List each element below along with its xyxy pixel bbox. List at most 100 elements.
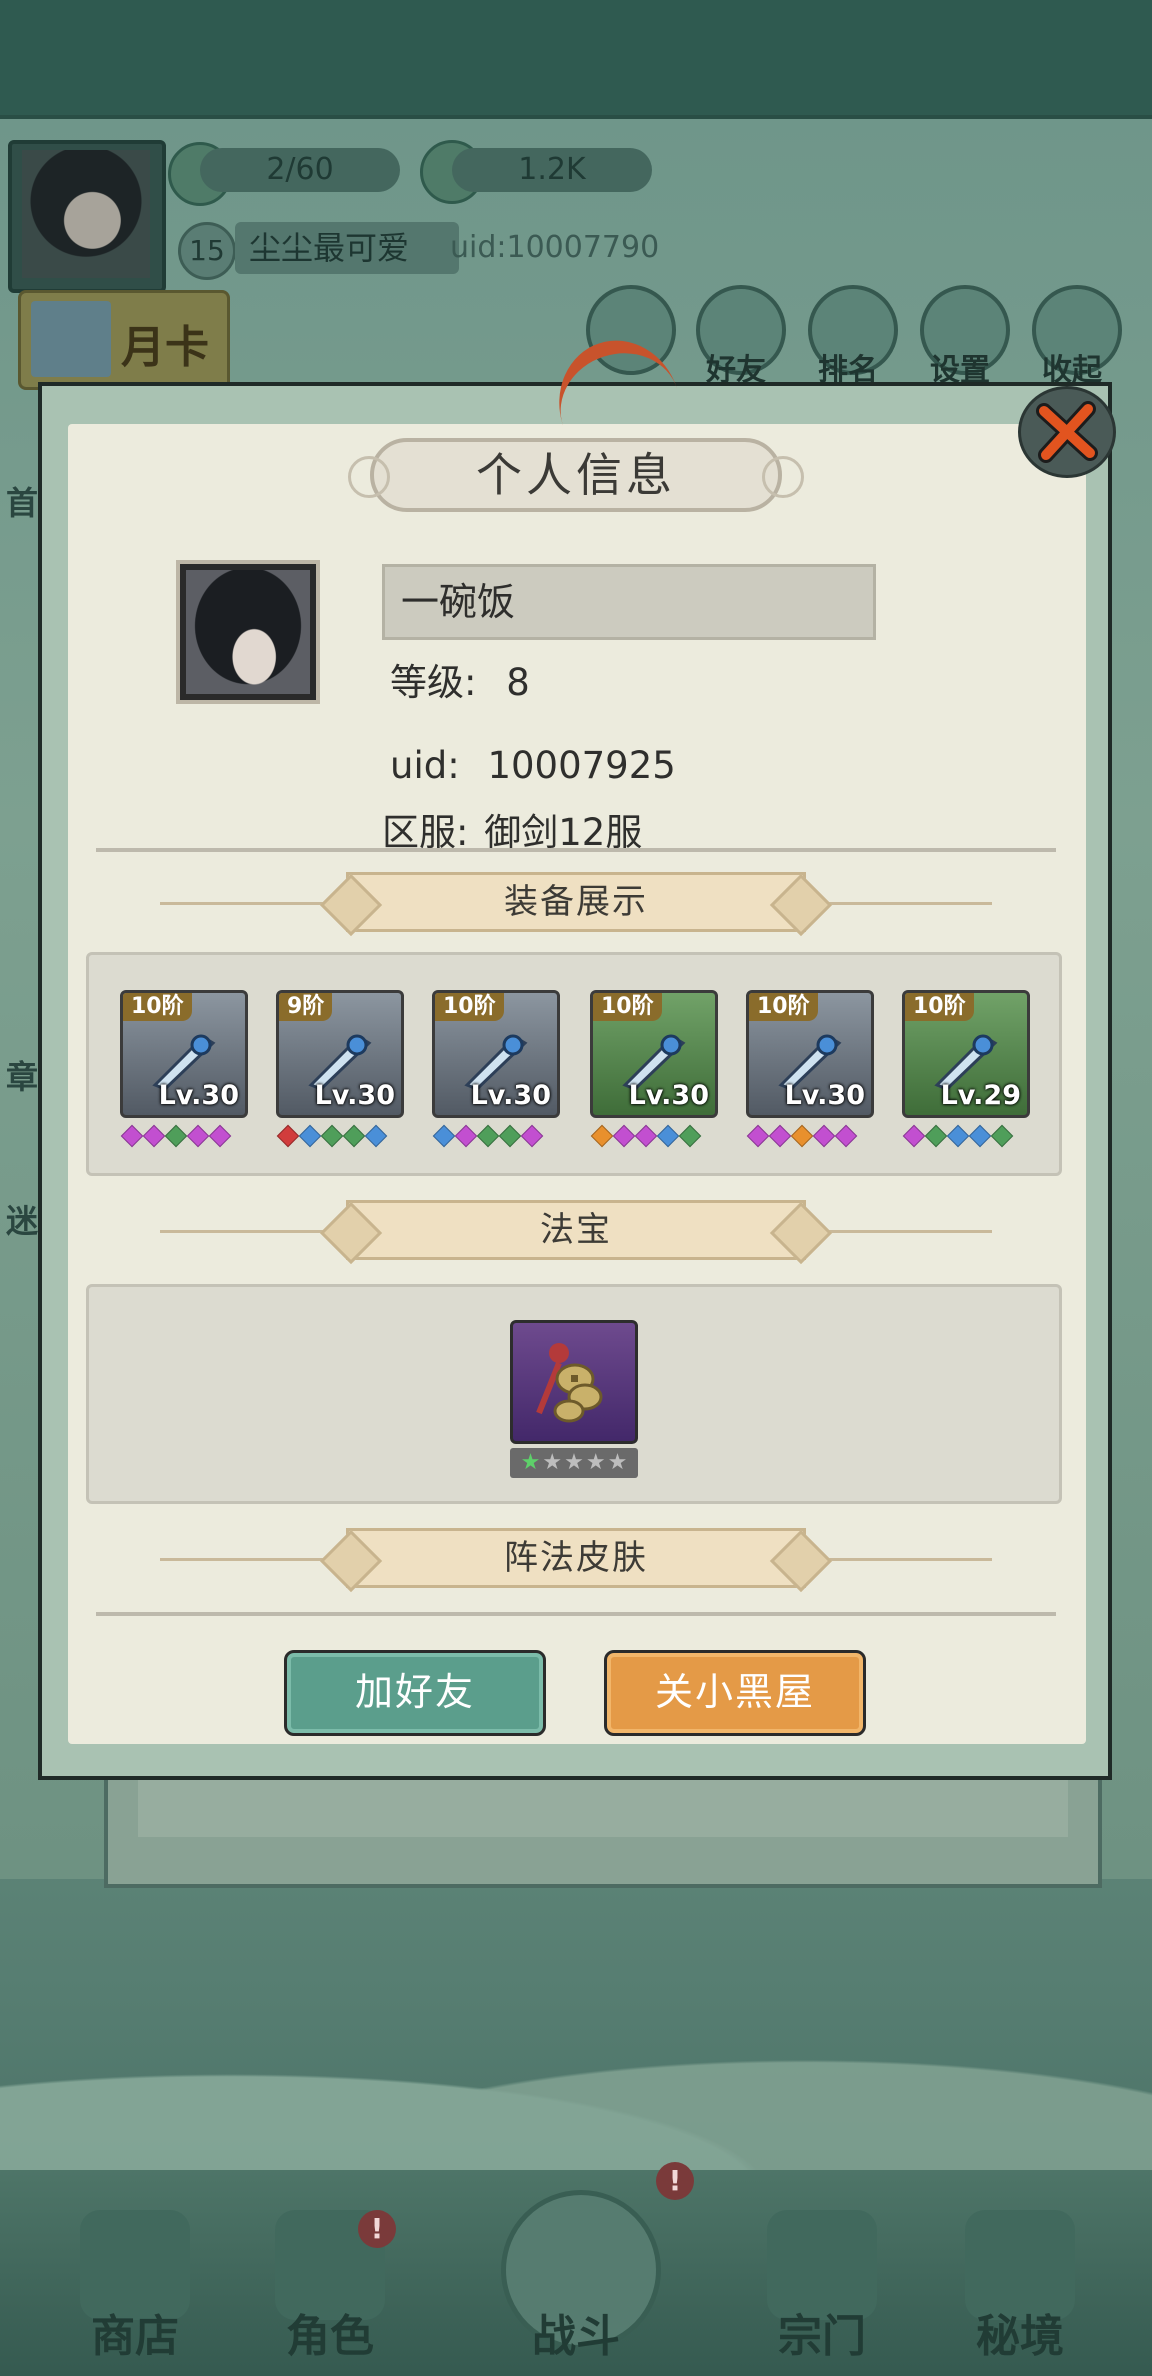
gem-icon: [298, 1124, 322, 1148]
star-icon: ★: [607, 1450, 628, 1475]
gem-icon: [946, 1124, 970, 1148]
gem-icon: [432, 1124, 456, 1148]
nav-sect[interactable]: 宗门: [732, 2170, 912, 2376]
equipment-tier: 10阶: [749, 993, 818, 1021]
gem-icon: [768, 1124, 792, 1148]
gem-icon: [634, 1124, 658, 1148]
gem-icon: [208, 1124, 232, 1148]
bottom-nav: 商店 ! 角色 ! 战斗 宗门 秘境: [0, 2162, 1152, 2376]
gem-icon: [276, 1124, 300, 1148]
gem-icon: [968, 1124, 992, 1148]
level-row: 等级: 8: [390, 652, 530, 706]
equipment-tier: 10阶: [435, 993, 504, 1021]
gem-icon: [120, 1124, 144, 1148]
level-value: 8: [506, 661, 530, 704]
mountain-scenery: [0, 1990, 1152, 2190]
coin-gourd-icon: [536, 1343, 603, 1423]
side-label-1: 首: [6, 484, 39, 522]
profile-name: 一碗饭: [382, 564, 876, 640]
nav-battle[interactable]: ! 战斗: [486, 2162, 694, 2376]
alert-badge-icon: !: [656, 2162, 694, 2200]
profile-avatar: [176, 560, 320, 704]
uid-value: 10007925: [487, 744, 676, 787]
nav-sect-label: 宗门: [778, 2311, 866, 2362]
gem-icon: [142, 1124, 166, 1148]
gem-icon: [364, 1124, 388, 1148]
month-card-button[interactable]: 月卡: [18, 290, 230, 390]
gem-icon: [990, 1124, 1014, 1148]
uid-label: uid:: [390, 744, 460, 787]
gem-icon: [590, 1124, 614, 1148]
equipment-level: Lv.30: [314, 1080, 395, 1111]
currency-value: 1.2K: [452, 148, 652, 192]
nav-character[interactable]: ! 角色: [240, 2170, 420, 2376]
nav-shop[interactable]: 商店: [45, 2170, 225, 2376]
equipment-tier: 10阶: [123, 993, 192, 1021]
add-friend-button[interactable]: 加好友: [284, 1650, 546, 1736]
equipment-level: Lv.30: [628, 1080, 709, 1111]
gem-icon: [924, 1124, 948, 1148]
equipment-slot[interactable]: 10阶 Lv.29: [902, 990, 1030, 1118]
gem-icon: [164, 1124, 188, 1148]
gem-slots: [902, 1124, 1014, 1148]
star-icon: ★: [520, 1450, 541, 1475]
equipment-slot[interactable]: 10阶 Lv.30: [432, 990, 560, 1118]
gem-icon: [520, 1124, 544, 1148]
equipment-slot[interactable]: 9阶 Lv.30: [276, 990, 404, 1118]
month-card-label: 月卡: [121, 322, 209, 373]
uid-row: uid: 10007925: [390, 744, 676, 787]
close-button[interactable]: [1018, 386, 1116, 478]
gem-icon: [746, 1124, 770, 1148]
equip-section-title: 装备展示: [346, 872, 806, 932]
star-icon: ★: [564, 1450, 584, 1475]
close-icon: [1036, 401, 1098, 463]
gem-icon: [476, 1124, 500, 1148]
equipment-level: Lv.30: [784, 1080, 865, 1111]
fabao-item[interactable]: [510, 1320, 638, 1444]
gem-icon: [790, 1124, 814, 1148]
gem-icon: [678, 1124, 702, 1148]
gem-icon: [454, 1124, 478, 1148]
level-label: 等级:: [390, 661, 477, 704]
equipment-slot[interactable]: 10阶 Lv.30: [746, 990, 874, 1118]
star-icon: ★: [542, 1450, 563, 1475]
nav-character-label: 角色: [286, 2311, 374, 2362]
top-header-bg: [0, 0, 1152, 120]
player-uid: uid:10007790: [450, 230, 660, 265]
equipment-level: Lv.30: [158, 1080, 239, 1111]
gem-icon: [902, 1124, 926, 1148]
gem-icon: [320, 1124, 344, 1148]
player-level-badge: 15: [178, 222, 236, 280]
nav-battle-label: 战斗: [532, 2311, 620, 2362]
gem-icon: [186, 1124, 210, 1148]
equipment-slot[interactable]: 10阶 Lv.30: [590, 990, 718, 1118]
player-name: 尘尘最可爱: [235, 222, 459, 274]
side-label-3: 迷: [6, 1202, 39, 1240]
gem-icon: [834, 1124, 858, 1148]
player-avatar[interactable]: [8, 140, 166, 293]
star-icon: ★: [585, 1450, 606, 1475]
card-icon: [31, 301, 111, 377]
fabao-section-title: 法宝: [346, 1200, 806, 1260]
block-user-button[interactable]: 关小黑屋: [604, 1650, 866, 1736]
equipment-tier: 10阶: [905, 993, 974, 1021]
gem-slots: [120, 1124, 232, 1148]
divider: [96, 1612, 1056, 1616]
equipment-tier: 10阶: [593, 993, 662, 1021]
equipment-level: Lv.30: [470, 1080, 551, 1111]
modal-title: 个人信息: [348, 438, 804, 512]
gem-icon: [342, 1124, 366, 1148]
nav-secret-realm-label: 秘境: [976, 2311, 1064, 2362]
nav-shop-label: 商店: [91, 2311, 179, 2362]
equipment-slot[interactable]: 10阶 Lv.30: [120, 990, 248, 1118]
nav-secret-realm[interactable]: 秘境: [930, 2170, 1110, 2376]
gem-icon: [656, 1124, 680, 1148]
gem-icon: [812, 1124, 836, 1148]
gem-icon: [612, 1124, 636, 1148]
gem-icon: [498, 1124, 522, 1148]
gem-slots: [276, 1124, 388, 1148]
formation-section-title: 阵法皮肤: [346, 1528, 806, 1588]
fabao-star-rating: ★ ★ ★ ★ ★: [510, 1448, 638, 1478]
equipment-level: Lv.29: [940, 1080, 1021, 1111]
gem-slots: [746, 1124, 858, 1148]
